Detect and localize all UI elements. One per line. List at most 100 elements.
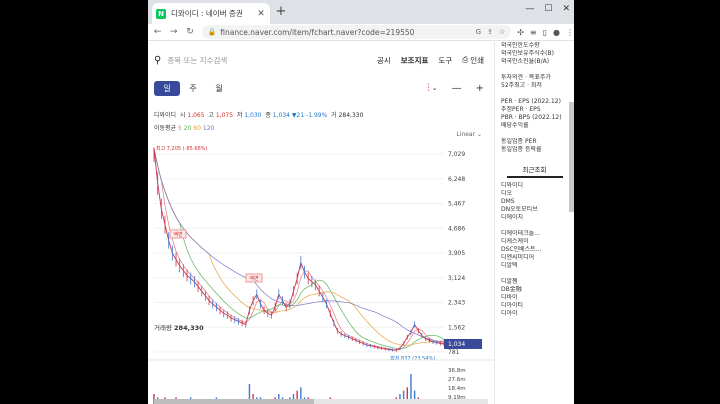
maximize-icon[interactable]: ☐ xyxy=(544,4,552,14)
sidebar-info-item xyxy=(495,130,574,138)
search-row: ⚲ 종목 또는 지수검색 공시 보조지표 도구 ⎙ 인쇄 xyxy=(154,52,484,68)
y-tick-label: 4,686 xyxy=(448,225,465,232)
menu-tools[interactable]: 도구 xyxy=(438,55,452,66)
menu-indicator[interactable]: 보조지표 xyxy=(401,55,429,66)
sidebar-info-item[interactable]: 52주최고 · 최저 xyxy=(495,82,574,90)
sidebar-info-item[interactable]: 추정PER · EPS xyxy=(495,106,574,114)
ma60-line xyxy=(153,148,445,346)
sidebar-scrollbar[interactable] xyxy=(569,102,574,212)
browser-window: N 디와이디 : 네이버 증권 ✕ + — ☐ ✕ ← → ↻ 🔒 financ… xyxy=(148,0,574,404)
naver-favicon-icon: N xyxy=(156,8,166,19)
recent-item[interactable]: 디에이테크놀... xyxy=(495,230,574,238)
tab-strip: N 디와이디 : 네이버 증권 ✕ + — ☐ ✕ xyxy=(148,0,574,24)
sidebar-info-item[interactable]: PBR · BPS (2022.12) xyxy=(495,114,574,122)
menu-print[interactable]: 인쇄 xyxy=(470,55,484,66)
low-label: 최저 837 (23.54%) xyxy=(390,355,435,362)
sidebar-info-item[interactable]: 동일업종 등락률 xyxy=(495,146,574,154)
recent-item[interactable]: DMS xyxy=(495,198,574,206)
ma-legend[interactable]: 이동평균 5 20 60 120 xyxy=(154,123,214,132)
sidebar-info-item[interactable]: 외국인보유주식수(B) xyxy=(495,50,574,58)
sidebar-info-item[interactable]: 동일업종 PER xyxy=(495,138,574,146)
reload-icon[interactable]: ↻ xyxy=(183,27,196,37)
period-day-button[interactable]: 일 xyxy=(154,80,180,96)
volume-info: 거래량 284,330 xyxy=(154,324,204,332)
address-bar[interactable]: 🔒 finance.naver.com/item/fchart.naver?co… xyxy=(201,25,512,39)
y-tick-label: 2,343 xyxy=(448,300,465,307)
lock-icon[interactable]: 🔒 xyxy=(208,28,217,36)
search-icon[interactable]: ⚲ xyxy=(154,55,161,66)
scale-mode-select[interactable]: Linear ⌄ xyxy=(456,131,482,138)
volume-axis-label: 27.6m xyxy=(448,377,466,383)
y-tick-label: 1,562 xyxy=(448,324,465,331)
sidebar: 외국인한도수량 외국인보유주식수(B) 외국인소진율(B/A) 투자의견 · 목표주… xyxy=(494,42,574,404)
minimize-icon[interactable]: — xyxy=(525,4,534,14)
tab-title: 디와이디 : 네이버 증권 xyxy=(171,9,243,18)
horizontal-scrollbar[interactable] xyxy=(154,399,488,404)
ma120-line xyxy=(153,148,445,343)
recent-item[interactable]: 디아이티 xyxy=(495,302,574,310)
recent-item[interactable]: 디아이 xyxy=(495,310,574,318)
playlist-icon[interactable]: ≡ xyxy=(530,28,537,37)
y-tick-label: 3,124 xyxy=(448,275,465,282)
recent-item[interactable]: 디엔씨미디어 xyxy=(495,254,574,262)
recent-item[interactable]: DN오토모티브 xyxy=(495,206,574,214)
profile-avatar-icon[interactable]: ● xyxy=(553,28,560,37)
sidebar-info-item[interactable]: 외국인한도수량 xyxy=(495,42,574,50)
chevron-down-icon[interactable]: ⌄ xyxy=(432,84,438,92)
recent-item xyxy=(495,270,574,278)
high-value: 1,075 xyxy=(215,112,234,119)
tab-close-icon[interactable]: ✕ xyxy=(256,9,266,19)
price-chart[interactable]: 7,029 6,248 5,467 4,686 3,905 3,124 2,343 1,562… xyxy=(148,138,494,404)
period-selector: 일 주 월 ⫶ ⌄ — + xyxy=(154,80,484,96)
recent-item[interactable]: 디바이 xyxy=(495,294,574,302)
browser-toolbar: ← → ↻ 🔒 finance.naver.com/item/fchart.na… xyxy=(148,24,574,41)
sidebar-info-item xyxy=(495,66,574,74)
y-tick-label: 5,467 xyxy=(448,201,465,208)
recent-item[interactable]: 디알텍 xyxy=(495,262,574,270)
close-window-icon[interactable]: ✕ xyxy=(562,4,570,14)
google-icon[interactable]: G xyxy=(476,28,481,36)
recent-item[interactable]: 디에이치 xyxy=(495,214,574,222)
recent-item[interactable]: 디알젬 xyxy=(495,278,574,286)
sidepanel-icon[interactable]: ▯ xyxy=(543,28,547,37)
url-text: finance.naver.com/item/fchart.naver?code… xyxy=(220,27,415,37)
menu-kebab-icon[interactable]: ⋮ xyxy=(566,28,574,37)
zoom-in-icon[interactable]: + xyxy=(476,83,484,94)
y-tick-label: 6,248 xyxy=(448,176,465,183)
annotation-label: 액면 xyxy=(249,275,259,282)
period-week-button[interactable]: 주 xyxy=(180,81,206,96)
recent-item[interactable]: DSC인베스트... xyxy=(495,246,574,254)
search-input[interactable]: 종목 또는 지수검색 xyxy=(167,55,367,66)
chart-panel: ⚲ 종목 또는 지수검색 공시 보조지표 도구 ⎙ 인쇄 일 주 월 ⫶ ⌄ —… xyxy=(148,42,494,404)
sidebar-info-item[interactable]: 외국인소진율(B/A) xyxy=(495,58,574,66)
sidebar-info-item[interactable]: 배당수익률 xyxy=(495,122,574,130)
scroll-thumb[interactable] xyxy=(154,399,314,404)
tab-active[interactable]: N 디와이디 : 네이버 증권 ✕ xyxy=(152,3,270,24)
recent-item[interactable]: 디오 xyxy=(495,190,574,198)
recent-item[interactable]: 디와이디 xyxy=(495,182,574,190)
change-value: ▼21 xyxy=(291,112,305,119)
volume-axis-label: 36.8m xyxy=(448,368,466,374)
extensions: ✣ ≡ ▯ ● ⋮ xyxy=(517,28,574,37)
recent-item[interactable]: DB金融 xyxy=(495,286,574,294)
back-icon[interactable]: ← xyxy=(151,27,164,37)
gap xyxy=(495,154,574,162)
sidebar-info-item xyxy=(495,90,574,98)
share-icon[interactable]: ⇪ xyxy=(487,28,493,36)
y-tick-label: 7,029 xyxy=(448,151,465,158)
recent-item xyxy=(495,222,574,230)
sidebar-info-item[interactable]: PER · EPS (2022.12) xyxy=(495,98,574,106)
new-tab-button[interactable]: + xyxy=(274,5,288,19)
recent-item[interactable]: 디케스케이 xyxy=(495,238,574,246)
bookmark-star-icon[interactable]: ☆ xyxy=(499,28,505,36)
zoom-out-icon[interactable]: — xyxy=(452,83,462,94)
page-content: ⚲ 종목 또는 지수검색 공시 보조지표 도구 ⎙ 인쇄 일 주 월 ⫶ ⌄ —… xyxy=(148,42,574,404)
sidebar-info-item[interactable]: 투자의견 · 목표주가 xyxy=(495,74,574,82)
period-month-button[interactable]: 월 xyxy=(206,81,232,96)
candle-type-icon[interactable]: ⫶ xyxy=(427,83,430,94)
extension-puzzle-icon[interactable]: ✣ xyxy=(517,28,524,37)
recent-title[interactable]: 최근조회 xyxy=(506,162,563,178)
forward-icon[interactable]: → xyxy=(167,27,180,37)
print-icon[interactable]: ⎙ xyxy=(462,55,468,65)
menu-notice[interactable]: 공시 xyxy=(377,55,391,66)
